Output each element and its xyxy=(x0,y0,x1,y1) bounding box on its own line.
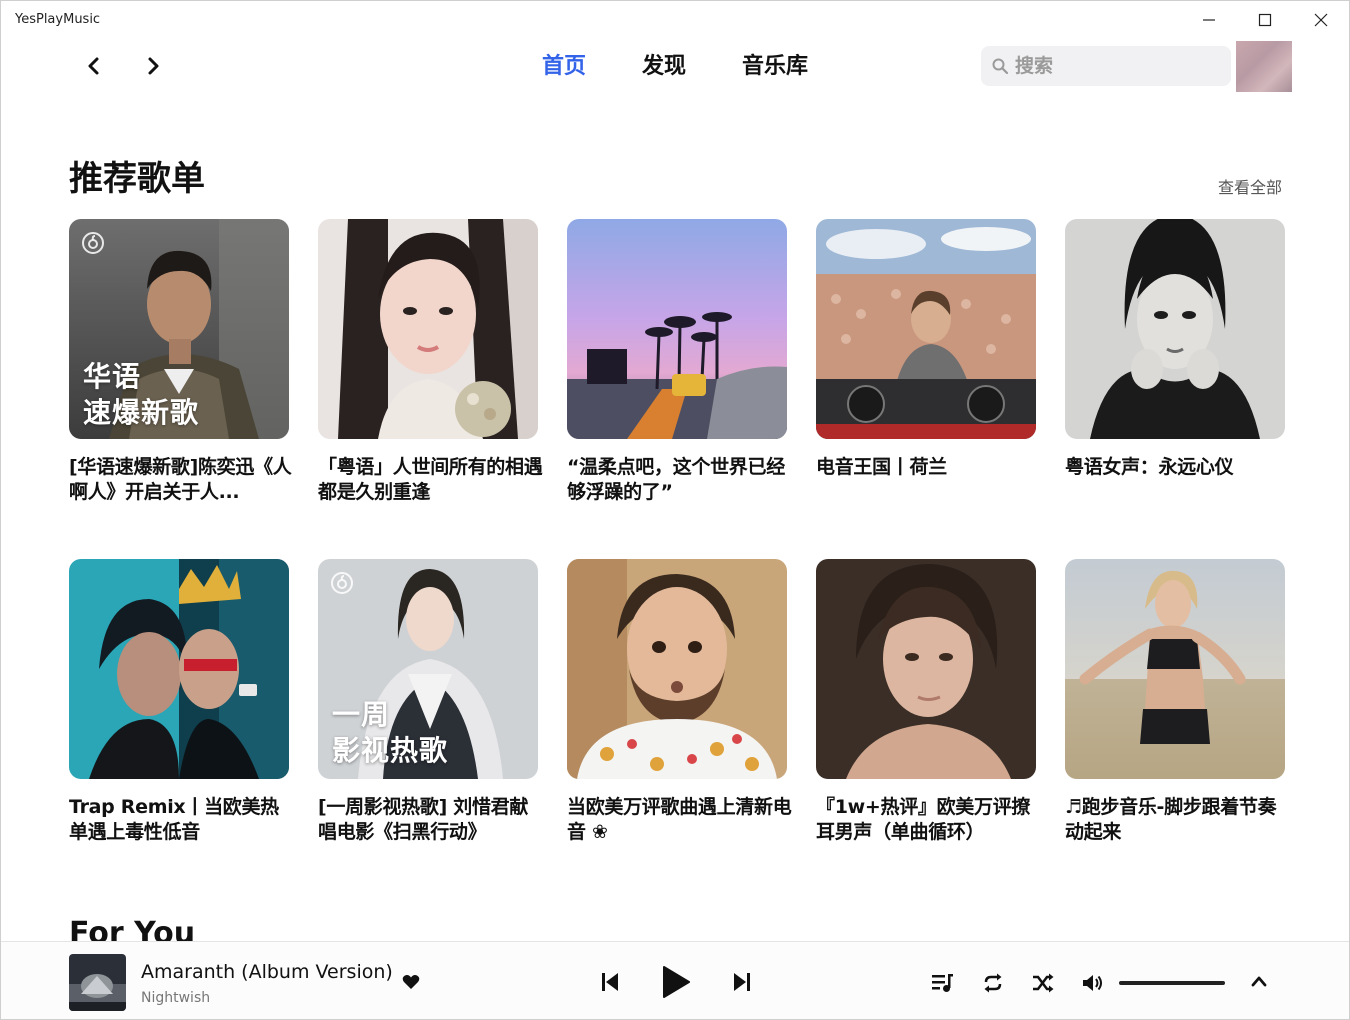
playlist-title[interactable]: ♬跑步音乐-脚步跟着节奏动起来 xyxy=(1065,795,1291,845)
playlist-card[interactable]: 华语 速爆新歌 [华语速爆新歌]陈奕迅《人啊人》开启关于人... xyxy=(69,219,292,505)
playlist-card[interactable]: 『1w+热评』欧美万评撩耳男声（单曲循环） xyxy=(816,559,1036,845)
playlist-card[interactable]: 一周 影视热歌 [一周影视热歌] 刘惜君献唱电影《扫黑行动》 xyxy=(318,559,538,845)
track-title[interactable]: Amaranth (Album Version) xyxy=(141,961,393,983)
maximize-button[interactable] xyxy=(1237,1,1293,39)
playlist-cover[interactable]: 华语 速爆新歌 xyxy=(69,219,289,439)
tab-home[interactable]: 首页 xyxy=(542,51,586,83)
volume-icon xyxy=(1083,975,1102,991)
chevron-left-icon xyxy=(88,57,99,75)
cover-text-line: 华语 xyxy=(83,360,142,393)
playlist-title[interactable]: 『1w+热评』欧美万评撩耳男声（单曲循环） xyxy=(816,795,1042,845)
playlist-title[interactable]: 粤语女声：永远心仪 xyxy=(1065,455,1291,505)
expand-lyrics-button[interactable] xyxy=(1246,968,1272,994)
close-button[interactable] xyxy=(1293,1,1349,39)
playlist-card[interactable]: Trap Remix丨当欧美热单遇上毒性低音 xyxy=(69,559,289,845)
avatar[interactable] xyxy=(1236,41,1292,92)
cover-text-line: 影视热歌 xyxy=(332,734,449,767)
back-button[interactable] xyxy=(79,51,109,81)
volume-button[interactable] xyxy=(1080,970,1106,996)
playlist-card[interactable]: 粤语女声：永远心仪 xyxy=(1065,219,1285,505)
tab-discover[interactable]: 发现 xyxy=(642,51,686,83)
search-input[interactable] xyxy=(1015,55,1215,77)
for-you-title: For You xyxy=(69,916,196,942)
minimize-button[interactable] xyxy=(1181,1,1237,39)
forward-button[interactable] xyxy=(138,51,168,81)
playlist-cover[interactable] xyxy=(318,219,538,439)
playlist-title[interactable]: 电音王国丨荷兰 xyxy=(816,455,1042,505)
close-icon xyxy=(1314,13,1328,27)
playlist-title[interactable]: 「粤语」人世间所有的相遇 都是久别重逢 xyxy=(318,455,544,505)
play-button[interactable] xyxy=(657,962,695,1002)
playlist-cover[interactable] xyxy=(69,559,289,779)
title-bar: YesPlayMusic xyxy=(1,1,1349,39)
app-window: YesPlayMusic 首页 发现 音乐库 推荐歌单 查看全部 xyxy=(0,0,1350,1020)
playlist-title[interactable]: “温柔点吧，这个世界已经够浮躁的了” xyxy=(567,455,793,505)
chevron-up-icon xyxy=(1251,976,1267,987)
playlist-cover[interactable] xyxy=(567,559,787,779)
heart-icon xyxy=(402,975,420,989)
netease-logo-icon xyxy=(331,572,353,594)
minimize-icon xyxy=(1203,19,1215,21)
tab-library[interactable]: 音乐库 xyxy=(742,51,808,83)
cover-text: 华语 速爆新歌 xyxy=(83,359,199,431)
playlist-title[interactable]: [一周影视热歌] 刘惜君献唱电影《扫黑行动》 xyxy=(318,795,544,845)
playlist-card[interactable]: 当欧美万评歌曲遇上清新电音 ❀ xyxy=(567,559,792,845)
playlist-title[interactable]: Trap Remix丨当欧美热单遇上毒性低音 xyxy=(69,795,295,845)
track-artist[interactable]: Nightwish xyxy=(141,990,210,1006)
playlist-queue-button[interactable] xyxy=(930,970,956,996)
shuffle-icon xyxy=(1033,973,1054,993)
playlist-cover[interactable] xyxy=(816,559,1036,779)
search-icon xyxy=(992,58,1009,75)
skip-next-icon xyxy=(734,973,750,991)
volume-slider[interactable] xyxy=(1119,981,1225,985)
section-title: 推荐歌单 xyxy=(69,159,205,199)
playlist-cover[interactable] xyxy=(567,219,787,439)
see-all-link[interactable]: 查看全部 xyxy=(1218,174,1282,198)
previous-button[interactable] xyxy=(597,968,623,996)
playlist-card[interactable]: “温柔点吧，这个世界已经够浮躁的了” xyxy=(567,219,787,505)
playlist-card[interactable]: ♬跑步音乐-脚步跟着节奏动起来 xyxy=(1065,559,1285,845)
shuffle-button[interactable] xyxy=(1030,970,1056,996)
playlist-cover[interactable]: 一周 影视热歌 xyxy=(318,559,538,779)
playlist-cover[interactable] xyxy=(816,219,1036,439)
now-playing-cover[interactable] xyxy=(69,954,126,1011)
playlist-cover[interactable] xyxy=(1065,559,1285,779)
maximize-icon xyxy=(1258,13,1272,27)
next-button[interactable] xyxy=(729,968,755,996)
queue-music-icon xyxy=(932,974,953,992)
skip-previous-icon xyxy=(602,973,618,991)
netease-logo-icon xyxy=(82,232,104,254)
play-icon xyxy=(663,966,690,998)
chevron-right-icon xyxy=(148,57,159,75)
repeat-icon xyxy=(984,973,1002,993)
search-box[interactable] xyxy=(981,46,1231,86)
playlist-cover[interactable] xyxy=(1065,219,1285,439)
playlist-title[interactable]: 当欧美万评歌曲遇上清新电音 ❀ xyxy=(567,795,793,845)
playlist-card[interactable]: 电音王国丨荷兰 xyxy=(816,219,1036,505)
playlist-title[interactable]: [华语速爆新歌]陈奕迅《人啊人》开启关于人... xyxy=(69,455,295,505)
cover-text: 一周 影视热歌 xyxy=(332,697,448,769)
window-title: YesPlayMusic xyxy=(15,12,101,27)
like-button[interactable] xyxy=(399,970,423,994)
cover-text-line: 速爆新歌 xyxy=(83,396,200,429)
playlist-card[interactable]: 「粤语」人世间所有的相遇 都是久别重逢 xyxy=(318,219,543,505)
player-bar: Amaranth (Album Version) Nightwish xyxy=(1,941,1349,1019)
repeat-button[interactable] xyxy=(980,970,1006,996)
cover-text-line: 一周 xyxy=(332,698,391,731)
